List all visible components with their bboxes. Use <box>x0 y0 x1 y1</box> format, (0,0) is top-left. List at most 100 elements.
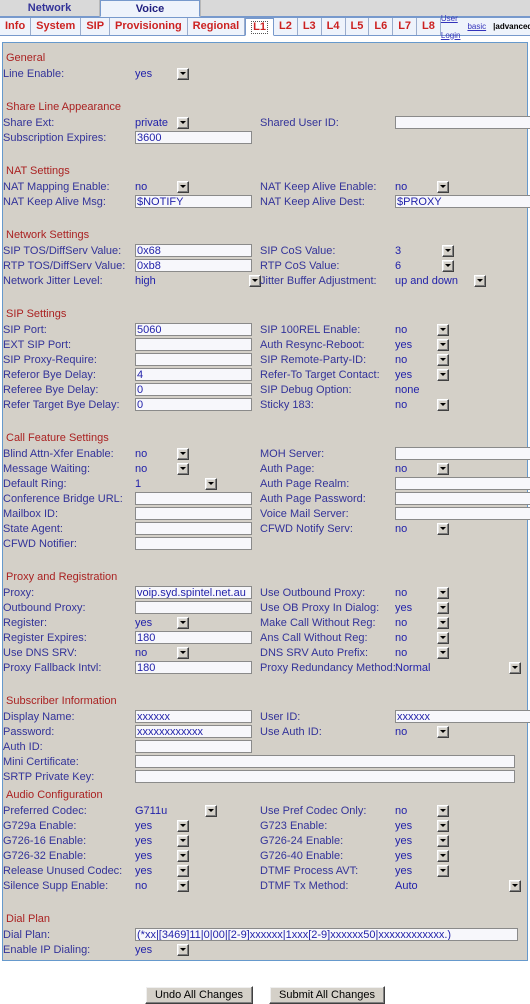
mini-certificate-input[interactable] <box>135 755 515 768</box>
nat-keep-alive-dest-input[interactable] <box>395 195 530 208</box>
nat-keep-alive-msg-input[interactable] <box>135 195 252 208</box>
enable-ip-dialing-select[interactable]: yes <box>135 943 189 957</box>
nat-mapping-enable-select[interactable]: no <box>135 180 189 194</box>
tab-system[interactable]: System <box>31 18 82 35</box>
display-name-input[interactable] <box>135 710 252 723</box>
g723-select[interactable]: yes <box>395 819 449 833</box>
user-login-link[interactable]: User Login <box>441 10 461 44</box>
message-waiting-select[interactable]: no <box>135 462 189 476</box>
srtp-private-key-input[interactable] <box>135 770 515 783</box>
cfwd-notifier-input[interactable] <box>135 537 252 550</box>
proxy-input[interactable] <box>135 586 252 599</box>
password-input[interactable] <box>135 725 252 738</box>
use-dns-srv-select[interactable]: no <box>135 646 189 660</box>
tab-regional[interactable]: Regional <box>188 18 246 35</box>
default-ring-select[interactable]: 1 <box>135 477 217 491</box>
sip-cos-select[interactable]: 3 <box>395 244 454 258</box>
share-ext-value: private <box>135 116 169 129</box>
referor-bye-input[interactable] <box>135 368 252 381</box>
g729a-select[interactable]: yes <box>135 819 189 833</box>
row-register-expires: Register Expires: Ans Call Without Reg: … <box>3 630 527 645</box>
auth-resync-select[interactable]: yes <box>395 338 449 352</box>
undo-all-changes-button[interactable]: Undo All Changes <box>144 986 254 1004</box>
dtmf-tx-method-select[interactable]: Auto <box>395 879 521 893</box>
product-tab-voice[interactable]: Voice <box>100 0 200 17</box>
tab-provisioning[interactable]: Provisioning <box>110 18 188 35</box>
ext-sip-port-input[interactable] <box>135 338 252 351</box>
state-agent-input[interactable] <box>135 522 252 535</box>
auth-id-input[interactable] <box>135 740 252 753</box>
dial-plan-input[interactable] <box>135 928 518 941</box>
sip-port-input[interactable] <box>135 323 252 336</box>
tab-l5[interactable]: L5 <box>346 18 370 35</box>
nat-keep-alive-enable-select[interactable]: no <box>395 180 449 194</box>
preferred-codec-select[interactable]: G711u <box>135 804 217 818</box>
user-id-input[interactable] <box>395 710 530 723</box>
tab-l2[interactable]: L2 <box>274 18 298 35</box>
use-ob-proxy-select[interactable]: yes <box>395 601 449 615</box>
outbound-proxy-input[interactable] <box>135 601 252 614</box>
dtmf-process-avt-select[interactable]: yes <box>395 864 449 878</box>
voice-mail-server-input[interactable] <box>395 507 530 520</box>
rtp-tos-input[interactable] <box>135 259 252 272</box>
mailbox-id-input[interactable] <box>135 507 252 520</box>
line-enable-select[interactable]: yes <box>135 67 189 81</box>
share-ext-select[interactable]: private <box>135 116 189 130</box>
use-auth-id-select[interactable]: no <box>395 725 449 739</box>
g726-40-select[interactable]: yes <box>395 849 449 863</box>
release-unused-select[interactable]: yes <box>135 864 189 878</box>
use-outbound-proxy-select[interactable]: no <box>395 586 449 600</box>
sip-100rel-select[interactable]: no <box>395 323 449 337</box>
register-select[interactable]: yes <box>135 616 189 630</box>
srtp-private-key-label: SRTP Private Key: <box>3 770 95 783</box>
sip-proxy-require-input[interactable] <box>135 353 252 366</box>
conference-bridge-input[interactable] <box>135 492 252 505</box>
basic-view-link[interactable]: basic <box>467 18 486 35</box>
tab-l3[interactable]: L3 <box>298 18 322 35</box>
auth-page-password-input[interactable] <box>395 492 530 505</box>
proxy-redundancy-select[interactable]: Normal <box>395 661 521 675</box>
tab-l4[interactable]: L4 <box>322 18 346 35</box>
referee-bye-input[interactable] <box>135 383 252 396</box>
moh-server-input[interactable] <box>395 447 530 460</box>
make-call-without-reg-select[interactable]: no <box>395 616 449 630</box>
shared-user-id-input[interactable] <box>395 116 530 129</box>
refer-target-bye-input[interactable] <box>135 398 252 411</box>
sip-remote-party-select[interactable]: no <box>395 353 449 367</box>
sip-tos-input[interactable] <box>135 244 252 257</box>
refer-to-target-select[interactable]: yes <box>395 368 449 382</box>
tab-sip[interactable]: SIP <box>81 18 111 35</box>
tab-info[interactable]: Info <box>0 18 32 35</box>
tab-l1[interactable]: L1 <box>245 18 274 36</box>
register-expires-input[interactable] <box>135 631 252 644</box>
auth-page-select[interactable]: no <box>395 462 449 476</box>
sip-debug-select[interactable]: none <box>395 383 530 397</box>
tab-l7[interactable]: L7 <box>393 18 418 35</box>
sip-cos-label: SIP CoS Value: <box>260 244 336 257</box>
product-tab-voice-label: Voice <box>135 3 165 15</box>
cfwd-notify-serv-select[interactable]: no <box>395 522 449 536</box>
g726-32-select[interactable]: yes <box>135 849 189 863</box>
ans-call-without-reg-select[interactable]: no <box>395 631 449 645</box>
sticky-183-select[interactable]: no <box>395 398 449 412</box>
product-tab-network[interactable]: Network <box>0 0 100 17</box>
jitter-level-select[interactable]: high <box>135 274 261 288</box>
tab-l6[interactable]: L6 <box>369 18 394 35</box>
rtp-cos-select[interactable]: 6 <box>395 259 454 273</box>
auth-page-realm-input[interactable] <box>395 477 530 490</box>
section-header-dial-plan: Dial Plan <box>3 908 527 927</box>
g726-16-select[interactable]: yes <box>135 834 189 848</box>
proxy-fallback-input[interactable] <box>135 661 252 674</box>
jitter-buffer-select[interactable]: up and down <box>395 274 486 288</box>
g726-24-select[interactable]: yes <box>395 834 449 848</box>
section-header-audio: Audio Configuration <box>3 784 527 803</box>
tab-l8[interactable]: L8 <box>417 18 441 35</box>
section-header-share-line: Share Line Appearance <box>3 96 527 115</box>
use-pref-codec-only-select[interactable]: no <box>395 804 449 818</box>
blind-attn-xfer-select[interactable]: no <box>135 447 189 461</box>
submit-all-changes-button[interactable]: Submit All Changes <box>269 986 386 1004</box>
subscription-expires-input[interactable] <box>135 131 252 144</box>
silence-supp-select[interactable]: no <box>135 879 189 893</box>
advanced-view-link[interactable]: |advanced <box>493 18 530 35</box>
dns-srv-auto-prefix-select[interactable]: no <box>395 646 449 660</box>
